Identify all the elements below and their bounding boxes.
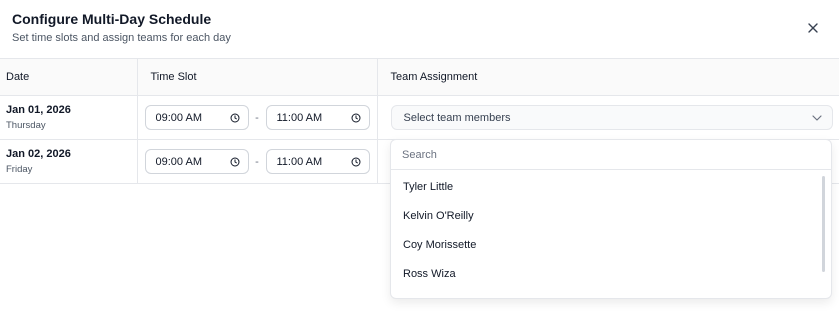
- table-row: Jan 01, 2026 Thursday 09:00 AM - 11:00 A…: [0, 95, 839, 140]
- header-team-assignment: Team Assignment: [377, 58, 839, 96]
- team-select[interactable]: Select team members: [390, 105, 833, 130]
- weekday-label: Thursday: [6, 120, 46, 131]
- close-icon: [808, 23, 818, 33]
- weekday-label: Friday: [6, 164, 33, 175]
- start-time-value: 09:00 AM: [155, 111, 202, 124]
- close-button[interactable]: [803, 18, 823, 38]
- team-cell: Select team members: [377, 95, 839, 140]
- start-time-input[interactable]: 09:00 AM: [144, 105, 249, 130]
- date-label: Jan 02, 2026: [6, 148, 71, 160]
- time-separator: -: [255, 155, 259, 168]
- dropdown-list: Tyler Little Kelvin O'Reilly Coy Morisse…: [391, 170, 831, 288]
- clock-icon: [229, 156, 240, 167]
- header-time-slot: Time Slot: [137, 58, 378, 96]
- list-item[interactable]: Kelvin O'Reilly: [391, 201, 831, 230]
- date-label: Jan 01, 2026: [6, 104, 71, 116]
- search-input[interactable]: [402, 148, 802, 161]
- dropdown-scrollbar[interactable]: [822, 176, 825, 272]
- end-time-value: 11:00 AM: [276, 155, 323, 168]
- clock-icon: [350, 112, 361, 123]
- time-separator: -: [255, 111, 259, 124]
- time-slot-cell: 09:00 AM - 11:00 AM: [137, 139, 378, 184]
- time-slot-cell: 09:00 AM - 11:00 AM: [137, 95, 378, 140]
- end-time-value: 11:00 AM: [276, 111, 323, 124]
- start-time-value: 09:00 AM: [155, 155, 202, 168]
- dialog-title: Configure Multi-Day Schedule: [12, 11, 212, 27]
- chevron-down-icon: [811, 114, 822, 121]
- list-item[interactable]: Ross Wiza: [391, 259, 831, 288]
- start-time-input[interactable]: 09:00 AM: [144, 149, 249, 174]
- dialog-subtitle: Set time slots and assign teams for each…: [12, 32, 231, 44]
- table-header-row: Date Time Slot Team Assignment: [0, 58, 839, 96]
- clock-icon: [229, 112, 240, 123]
- end-time-input[interactable]: 11:00 AM: [265, 105, 370, 130]
- date-cell: Jan 01, 2026 Thursday: [0, 95, 138, 140]
- end-time-input[interactable]: 11:00 AM: [265, 149, 370, 174]
- team-select-placeholder: Select team members: [403, 111, 511, 124]
- header-date: Date: [0, 58, 138, 96]
- dropdown-search: [391, 140, 831, 170]
- clock-icon: [350, 156, 361, 167]
- schedule-dialog: Configure Multi-Day Schedule Set time sl…: [0, 0, 839, 334]
- list-item[interactable]: Coy Morissette: [391, 230, 831, 259]
- team-dropdown: Tyler Little Kelvin O'Reilly Coy Morisse…: [390, 139, 832, 299]
- list-item[interactable]: Tyler Little: [391, 172, 831, 201]
- dialog-header: Configure Multi-Day Schedule Set time sl…: [12, 10, 231, 45]
- date-cell: Jan 02, 2026 Friday: [0, 139, 138, 184]
